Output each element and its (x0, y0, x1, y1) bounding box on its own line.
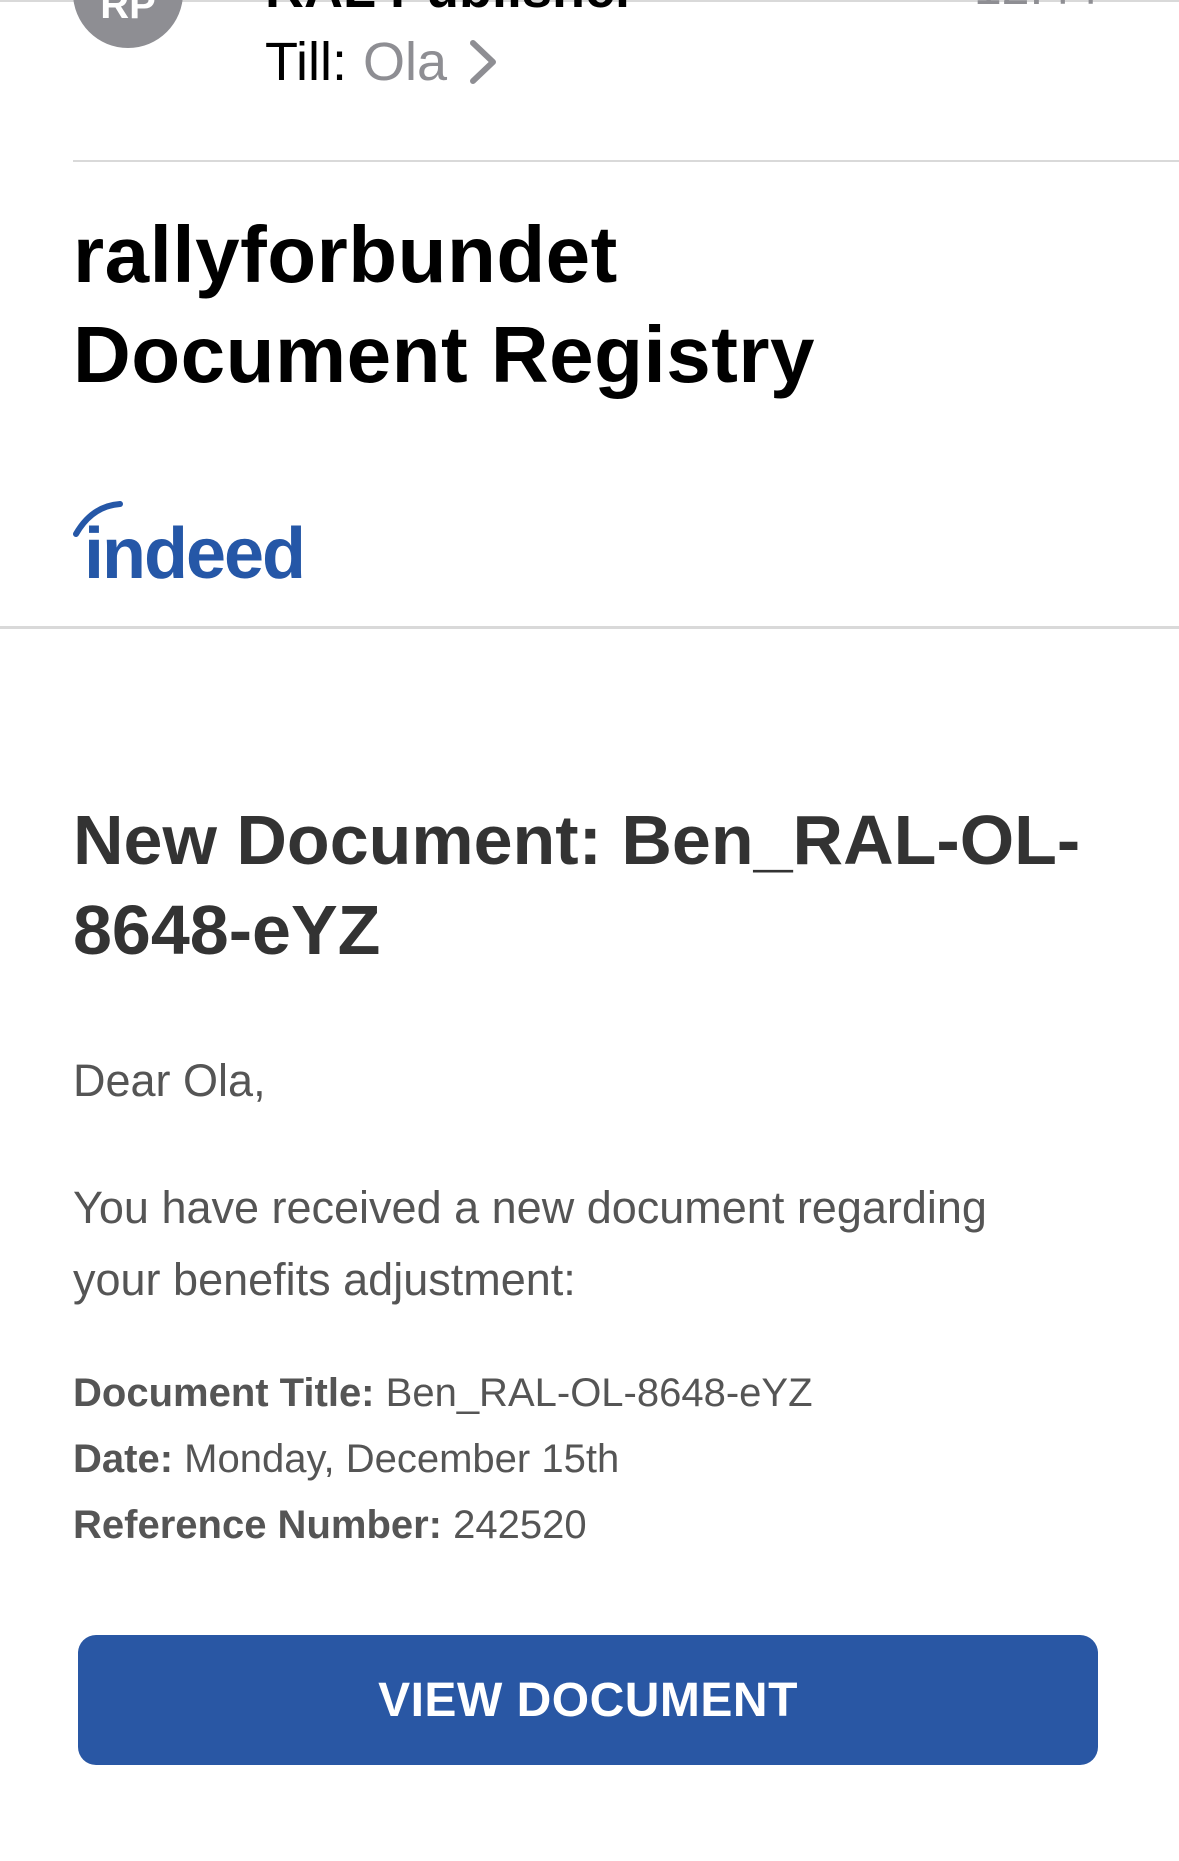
email-subject: rallyforbundet Document Registry (73, 205, 815, 405)
detail-value: Monday, December 15th (184, 1437, 620, 1481)
indeed-logo[interactable]: indeed (70, 500, 340, 590)
email-time: 12:44 (974, 0, 1099, 16)
sender-name[interactable]: RAL Publisher (265, 0, 636, 20)
subject-line-1: rallyforbundet (73, 210, 618, 299)
document-details: Document Title: Ben_RAL-OL-8648-eYZ Date… (73, 1360, 813, 1558)
header-divider (73, 160, 1179, 162)
detail-label: Document Title: (73, 1371, 375, 1415)
sender-initials: RP (100, 0, 156, 27)
detail-row-title: Document Title: Ben_RAL-OL-8648-eYZ (73, 1360, 813, 1426)
subject-line-2: Document Registry (73, 310, 815, 399)
document-heading: New Document: Ben_RAL-OL-8648-eYZ (73, 801, 1081, 969)
recipient-row[interactable]: Till: Ola (265, 30, 503, 94)
detail-label: Reference Number: (73, 1503, 443, 1547)
sender-avatar[interactable]: RP (73, 0, 183, 48)
detail-value: 242520 (453, 1503, 587, 1547)
view-document-button[interactable]: VIEW DOCUMENT (78, 1635, 1098, 1765)
recipient-label: Till: (265, 32, 347, 92)
detail-row-reference: Reference Number: 242520 (73, 1492, 813, 1558)
body-divider (0, 626, 1179, 629)
detail-row-date: Date: Monday, December 15th (73, 1426, 813, 1492)
svg-text:indeed: indeed (84, 514, 304, 590)
detail-value: Ben_RAL-OL-8648-eYZ (385, 1371, 813, 1415)
greeting-text: Dear Ola, (73, 1055, 266, 1106)
intro-text: You have received a new document regardi… (73, 1182, 987, 1305)
chevron-right-icon (470, 40, 497, 84)
detail-label: Date: (73, 1437, 174, 1481)
recipient-name: Ola (362, 32, 448, 92)
